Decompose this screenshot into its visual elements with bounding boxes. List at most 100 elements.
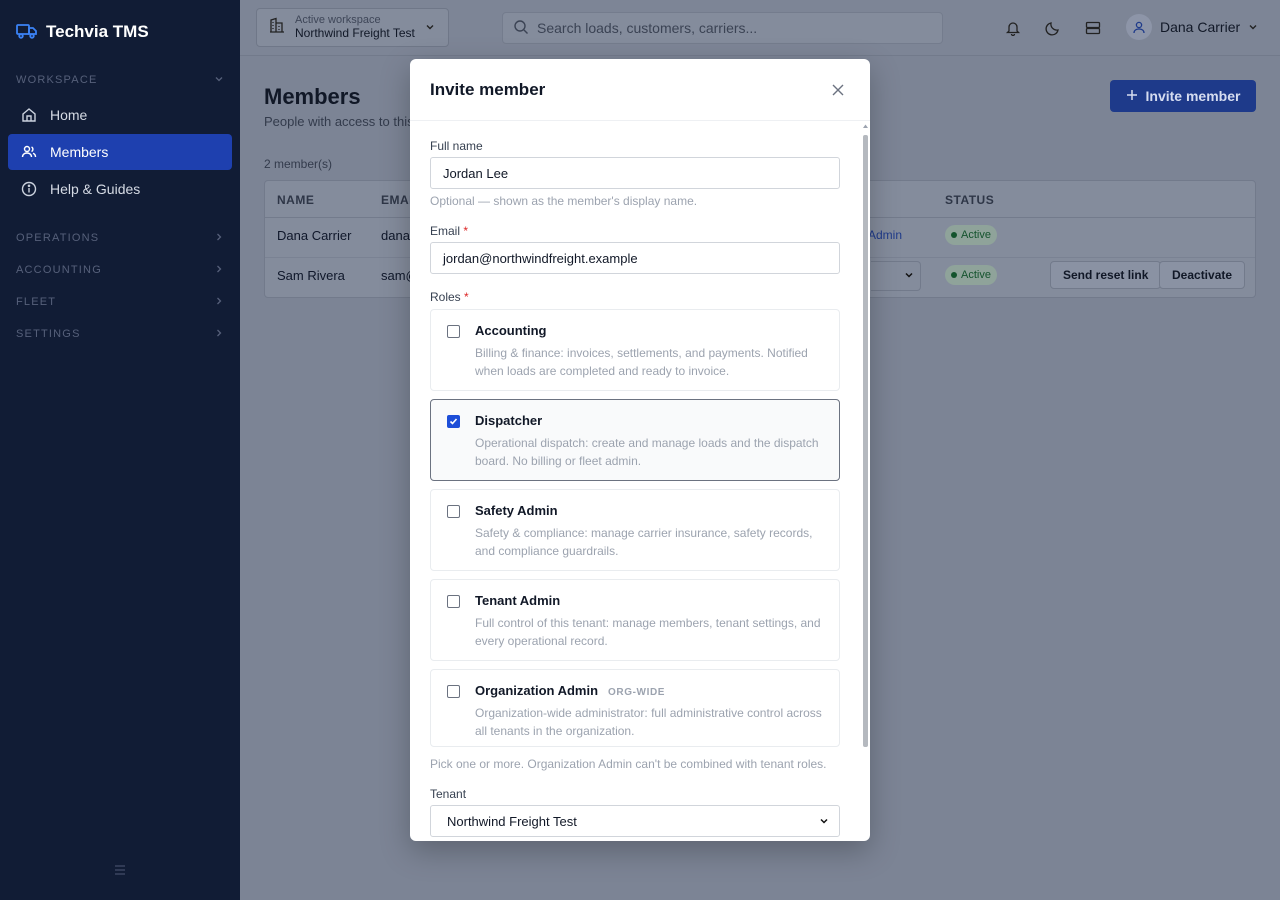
sidebar-item-help[interactable]: Help & Guides xyxy=(8,171,232,207)
sidebar-item-members[interactable]: Members xyxy=(8,134,232,170)
sidebar-item-label: Members xyxy=(50,144,109,160)
moon-icon[interactable] xyxy=(1043,18,1063,38)
chevron-down-icon xyxy=(904,267,914,285)
topbar: Active workspace Northwind Freight Test … xyxy=(240,0,1280,56)
column-header-email: EMAI xyxy=(381,193,413,207)
chevron-down-icon xyxy=(214,74,224,87)
plus-icon xyxy=(1126,88,1138,104)
row-email: dana xyxy=(381,228,410,243)
role-checkbox[interactable] xyxy=(447,595,460,608)
modal-body: Full name Jordan Lee Optional — shown as… xyxy=(430,121,840,837)
bell-icon[interactable] xyxy=(1003,18,1023,38)
send-reset-link-button[interactable]: Send reset link xyxy=(1050,261,1162,289)
search-icon xyxy=(513,19,529,38)
scroll-up-icon[interactable] xyxy=(862,123,869,129)
invite-member-button[interactable]: Invite member xyxy=(1110,80,1256,112)
role-checkbox[interactable] xyxy=(447,325,460,338)
sidebar-item-home[interactable]: Home xyxy=(8,97,232,133)
chevron-right-icon xyxy=(214,296,224,309)
deactivate-button[interactable]: Deactivate xyxy=(1159,261,1246,289)
role-description: Full control of this tenant: manage memb… xyxy=(475,616,821,648)
workspace-caption: Active workspace xyxy=(295,14,381,26)
status-badge: Active xyxy=(945,265,997,285)
role-badge: Admin xyxy=(868,228,903,242)
sidebar: Techvia TMS WORKSPACE Home Members Help … xyxy=(0,0,240,900)
info-icon xyxy=(20,180,38,198)
roles-label: Roles * xyxy=(430,290,469,304)
brand[interactable]: Techvia TMS xyxy=(0,0,240,64)
workspace-switcher[interactable]: Active workspace Northwind Freight Test xyxy=(256,8,449,47)
tenant-select[interactable]: Northwind Freight Test xyxy=(430,805,840,837)
section-settings[interactable]: SETTINGS xyxy=(0,318,240,350)
role-option-dispatcher[interactable]: Dispatcher Operational dispatch: create … xyxy=(430,399,840,481)
row-name: Dana Carrier xyxy=(277,228,352,243)
role-option-organization-admin[interactable]: Organization Admin ORG-WIDE Organization-… xyxy=(430,669,840,747)
role-description: Billing & finance: invoices, settlements… xyxy=(475,346,808,378)
user-menu[interactable]: Dana Carrier xyxy=(1126,14,1258,40)
required-mark: * xyxy=(464,290,469,304)
chevron-right-icon xyxy=(214,264,224,277)
chevron-down-icon xyxy=(425,19,435,37)
role-checkbox[interactable] xyxy=(447,685,460,698)
role-name: Organization Admin ORG-WIDE xyxy=(475,683,666,698)
user-name: Dana Carrier xyxy=(1160,19,1241,35)
status-badge: Active xyxy=(945,225,997,245)
section-accounting[interactable]: ACCOUNTING xyxy=(0,254,240,286)
modal-scrollbar[interactable] xyxy=(862,123,868,813)
section-label: OPERATIONS xyxy=(16,232,100,244)
sidebar-item-label: Home xyxy=(50,107,88,123)
role-description: Safety & compliance: manage carrier insu… xyxy=(475,526,813,558)
chevron-down-icon xyxy=(819,814,829,829)
section-workspace[interactable]: WORKSPACE xyxy=(0,64,240,96)
chevron-right-icon xyxy=(214,232,224,245)
invite-member-modal: Invite member Full name Jordan Lee Optio… xyxy=(410,59,870,841)
scroll-thumb[interactable] xyxy=(863,135,868,747)
full-name-label: Full name xyxy=(430,139,483,153)
server-icon[interactable] xyxy=(1083,18,1103,38)
section-label: ACCOUNTING xyxy=(16,264,102,276)
role-name: Accounting xyxy=(475,323,547,338)
brand-name: Techvia TMS xyxy=(46,22,149,41)
page-subtitle: People with access to this xyxy=(264,114,414,129)
close-icon[interactable] xyxy=(826,78,850,102)
role-name: Dispatcher xyxy=(475,413,543,428)
sidebar-item-label: Help & Guides xyxy=(50,181,141,197)
roles-help: Pick one or more. Organization Admin can… xyxy=(430,757,827,771)
section-workspace-label: WORKSPACE xyxy=(16,74,98,86)
row-name: Sam Rivera xyxy=(277,268,345,283)
role-description: Organization-wide administrator: full ad… xyxy=(475,706,822,738)
role-checkbox[interactable] xyxy=(447,415,460,428)
status-label: Active xyxy=(961,269,991,281)
users-icon xyxy=(20,143,38,161)
role-option-accounting[interactable]: Accounting Billing & finance: invoices, … xyxy=(430,309,840,391)
role-description: Operational dispatch: create and manage … xyxy=(475,436,819,468)
chevron-right-icon xyxy=(214,328,224,341)
role-select[interactable] xyxy=(871,261,921,291)
chevron-down-icon xyxy=(1248,19,1258,35)
section-label: FLEET xyxy=(16,296,57,308)
org-wide-tag: ORG-WIDE xyxy=(608,687,666,698)
email-field[interactable]: jordan@northwindfreight.example xyxy=(430,242,840,274)
tenant-label: Tenant xyxy=(430,787,467,801)
check-icon xyxy=(449,413,458,431)
avatar xyxy=(1126,14,1152,40)
invite-member-label: Invite member xyxy=(1145,88,1241,104)
sidebar-collapse-icon[interactable] xyxy=(113,863,127,882)
column-header-status: STATUS xyxy=(945,193,995,207)
section-fleet[interactable]: FLEET xyxy=(0,286,240,318)
building-icon xyxy=(269,17,285,38)
full-name-field[interactable]: Jordan Lee xyxy=(430,157,840,189)
modal-title: Invite member xyxy=(430,79,546,99)
workspace-name: Northwind Freight Test xyxy=(295,26,415,40)
section-label: SETTINGS xyxy=(16,328,81,340)
role-option-tenant-admin[interactable]: Tenant Admin Full control of this tenant… xyxy=(430,579,840,661)
column-header-name: NAME xyxy=(277,193,315,207)
email-label: Email * xyxy=(430,224,469,238)
role-option-safety-admin[interactable]: Safety Admin Safety & compliance: manage… xyxy=(430,489,840,571)
modal-header: Invite member xyxy=(410,59,870,121)
section-operations[interactable]: OPERATIONS xyxy=(0,222,240,254)
role-checkbox[interactable] xyxy=(447,505,460,518)
member-count: 2 member(s) xyxy=(264,157,333,171)
search-input[interactable]: Search loads, customers, carriers... xyxy=(502,12,943,44)
search-placeholder: Search loads, customers, carriers... xyxy=(537,20,758,36)
